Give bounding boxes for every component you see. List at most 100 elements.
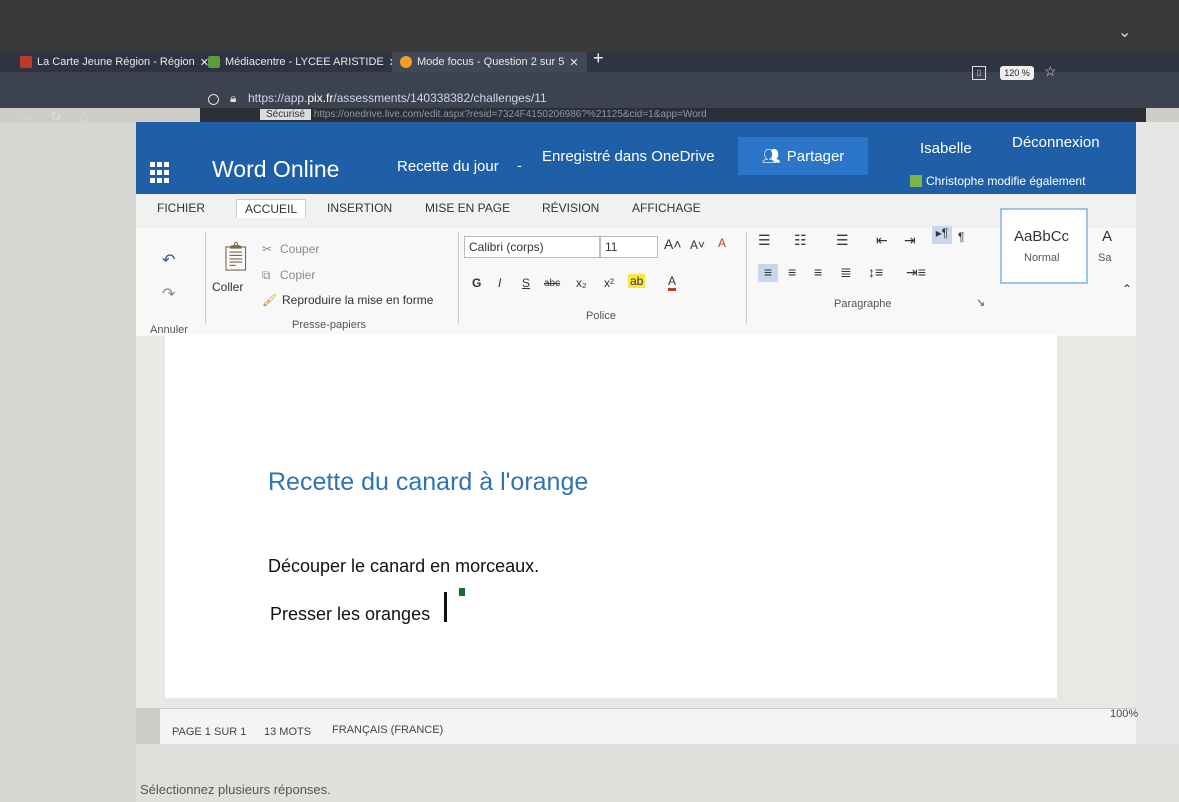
app-title[interactable]: Word Online — [212, 156, 339, 183]
tab-carte-jeune[interactable]: La Carte Jeune Région - Région ✕ — [20, 52, 209, 72]
cursor-handle[interactable] — [459, 588, 465, 596]
ribbon-divider — [746, 232, 747, 324]
zoom-level-badge[interactable]: 120 % — [1000, 66, 1034, 80]
document-title[interactable]: Recette du jour — [397, 158, 499, 175]
multilevel-list-icon[interactable]: ☰ — [836, 232, 849, 249]
tab-label: Mode focus - Question 2 sur 5 — [417, 56, 565, 68]
secure-badge: Sécurisé — [260, 109, 311, 120]
ltr-icon[interactable]: ▸¶ — [932, 226, 952, 244]
increase-indent-icon[interactable]: ⇥ — [904, 232, 916, 249]
font-size-select[interactable]: 11 — [600, 236, 658, 258]
site-info-icon[interactable] — [208, 94, 219, 105]
paste-clipboard-icon[interactable]: 📋︎ — [218, 240, 254, 273]
ribbon-divider — [458, 232, 459, 324]
coedit-text: Christophe modifie également — [926, 174, 1086, 188]
bookmark-star-icon[interactable]: ☆ — [1044, 63, 1057, 80]
right-margin — [1136, 122, 1179, 802]
new-tab-button[interactable]: + — [593, 48, 604, 69]
align-right-icon[interactable]: ≡ — [814, 264, 822, 280]
tab-label: La Carte Jeune Région - Région — [37, 56, 195, 68]
line-spacing-icon[interactable]: ↕≡ — [868, 264, 883, 280]
app-launcher-icon[interactable] — [150, 162, 172, 184]
embedded-url: https://onedrive.live.com/edit.aspx?resi… — [313, 109, 707, 120]
tab-insertion[interactable]: INSERTION — [327, 201, 392, 215]
document-line-1[interactable]: Découper le canard en morceaux. — [268, 556, 539, 577]
italic-button[interactable]: I — [498, 276, 501, 290]
document-heading[interactable]: Recette du canard à l'orange — [268, 468, 588, 497]
chevron-down-icon[interactable]: ⌄ — [1118, 22, 1131, 42]
screen-top-bezel: ⌄ — [0, 0, 1179, 52]
add-person-icon: 👥︎ — [761, 148, 781, 165]
scissors-icon[interactable]: ✂ — [262, 242, 272, 256]
address-bar[interactable]: https://app.pix.fr/assessments/140338382… — [248, 91, 547, 105]
tab-fichier[interactable]: FICHIER — [157, 201, 205, 215]
redo-icon[interactable]: ↷ — [162, 284, 175, 304]
url-domain: pix.fr — [307, 91, 334, 105]
region-logo-icon — [20, 56, 32, 68]
tab-mediacentre[interactable]: Médiacentre - LYCEE ARISTIDE ✕ — [208, 52, 398, 72]
tab-accueil[interactable]: ACCUEIL — [236, 199, 307, 218]
tab-revision[interactable]: RÉVISION — [542, 201, 599, 215]
coauthor-indicator: Christophe modifie également — [910, 174, 1085, 188]
paragraph-group-label: Paragraphe — [834, 298, 892, 310]
tab-mode-focus[interactable]: Mode focus - Question 2 sur 5 ✕ — [392, 52, 587, 72]
bold-button[interactable]: G — [472, 276, 481, 290]
share-label: Partager — [786, 147, 845, 165]
shrink-font-icon[interactable]: A˅ — [690, 238, 705, 252]
decrease-indent-icon[interactable]: ⇤ — [876, 232, 888, 249]
undo-icon[interactable]: ↶ — [162, 250, 175, 270]
style-name: Normal — [1024, 252, 1060, 264]
text-cursor — [444, 592, 447, 622]
format-painter-icon[interactable]: 🖌︎ — [262, 293, 277, 307]
url-prefix: https://app. — [248, 91, 308, 105]
tab-mise-en-page[interactable]: MISE EN PAGE — [425, 201, 510, 215]
pilcrow-icon[interactable]: ¶ — [958, 230, 964, 244]
collapse-ribbon-icon[interactable]: ⌃ — [1122, 282, 1132, 296]
share-button[interactable]: 👥︎ Partager — [738, 137, 868, 175]
style-next-name[interactable]: Sa — [1098, 252, 1111, 264]
copy-label[interactable]: Copier — [280, 268, 315, 282]
style-next-preview[interactable]: A — [1102, 228, 1112, 245]
logout-link[interactable]: Déconnexion — [1012, 134, 1100, 151]
ribbon-divider — [205, 232, 206, 324]
subscript-button[interactable]: x₂ — [576, 276, 587, 290]
lock-icon: 🔒︎ — [230, 91, 237, 105]
format-painter-label[interactable]: Reproduire la mise en forme — [282, 293, 433, 307]
clipboard-group-label: Presse-papiers — [292, 319, 366, 331]
language-status[interactable]: FRANÇAIS (FRANCE) — [332, 724, 443, 736]
style-normal[interactable] — [1000, 208, 1088, 284]
align-center-icon[interactable]: ≡ — [788, 264, 796, 280]
highlight-icon[interactable]: ab — [628, 274, 646, 288]
justify-icon[interactable]: ≣ — [840, 264, 852, 281]
reader-view-icon[interactable]: ▯ — [972, 66, 986, 80]
title-separator: - — [517, 157, 522, 173]
mediacentre-logo-icon — [208, 56, 220, 68]
user-presence-icon — [910, 175, 922, 187]
paste-label[interactable]: Coller — [212, 280, 243, 294]
bullet-list-icon[interactable]: ☰ — [758, 232, 771, 249]
close-icon[interactable]: ✕ — [569, 56, 578, 69]
zoom-status[interactable]: 100% — [1110, 708, 1138, 720]
save-status: Enregistré dans OneDrive — [542, 148, 715, 165]
superscript-button[interactable]: x² — [604, 276, 614, 290]
font-name-select[interactable]: Calibri (corps) — [464, 236, 600, 258]
paragraph-direction-icon[interactable]: ⇥≡ — [906, 264, 926, 281]
strikethrough-button[interactable]: abc — [544, 278, 560, 289]
document-page[interactable] — [165, 334, 1057, 698]
font-group-label: Police — [586, 310, 616, 322]
underline-button[interactable]: S — [522, 276, 530, 290]
clear-format-icon[interactable]: A — [718, 236, 726, 250]
tab-affichage[interactable]: AFFICHAGE — [632, 201, 701, 215]
numbered-list-icon[interactable]: ☷ — [794, 232, 807, 249]
user-name[interactable]: Isabelle — [920, 140, 972, 157]
dialog-launcher-icon[interactable]: ↘ — [976, 296, 985, 309]
font-color-icon[interactable]: A — [668, 274, 677, 291]
copy-icon[interactable]: ⧉ — [262, 268, 271, 283]
pix-logo-icon — [400, 56, 412, 68]
url-path: /assessments/140338382/challenges/11 — [333, 91, 547, 105]
document-line-2[interactable]: Presser les oranges — [270, 604, 430, 625]
grow-font-icon[interactable]: A˄ — [664, 236, 682, 252]
align-left-icon[interactable]: ≡ — [758, 264, 778, 282]
cut-label[interactable]: Couper — [280, 242, 319, 256]
left-margin — [0, 122, 136, 802]
